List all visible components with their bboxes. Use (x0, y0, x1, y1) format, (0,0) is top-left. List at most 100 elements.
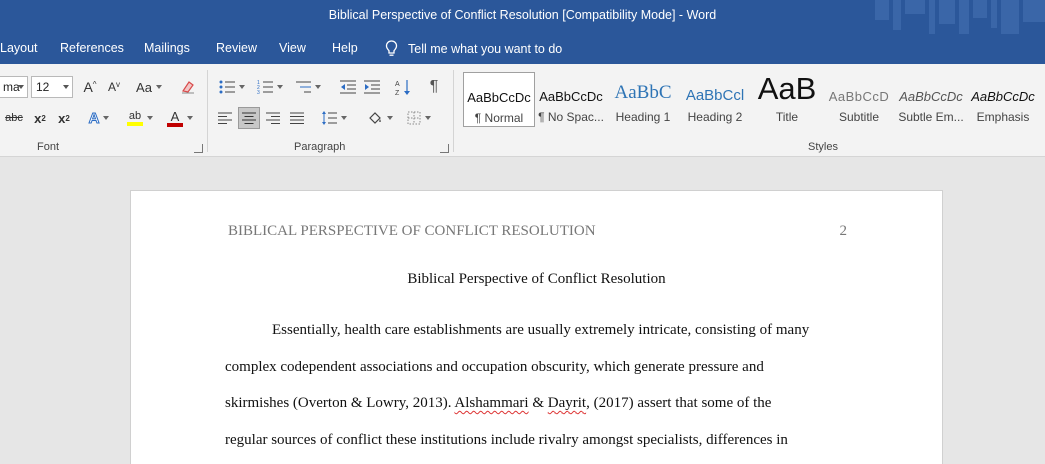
bullets-button[interactable] (216, 77, 248, 97)
numbering-button[interactable]: 1 2 3 (254, 77, 286, 97)
subscript-icon: x (34, 110, 42, 126)
style-name: Heading 1 (615, 110, 671, 124)
style-sample: AaBbC (614, 82, 672, 103)
svg-text:Z: Z (395, 90, 400, 96)
numbering-icon: 1 2 3 (257, 80, 273, 94)
svg-text:3: 3 (257, 90, 260, 94)
clear-formatting-icon (182, 81, 194, 94)
clear-formatting-button[interactable] (178, 77, 198, 97)
style-emphasis[interactable]: AaBbCcDc Emphasis (969, 72, 1037, 127)
page-number: 2 (839, 223, 848, 239)
ribbon-tabs: Layout References Mailings Review View H… (0, 34, 1045, 64)
align-center-button[interactable] (238, 107, 260, 129)
text-run: & (528, 395, 548, 411)
font-dialog-launcher[interactable] (194, 144, 203, 153)
align-right-button[interactable] (263, 108, 283, 128)
change-case-icon: Aa (136, 79, 152, 95)
text-run: , (2017) assert that some of the (586, 395, 772, 411)
tab-references[interactable]: References (60, 41, 124, 55)
font-size-value: 12 (36, 80, 50, 94)
paint-bucket-icon (369, 112, 381, 124)
style-no-spacing[interactable]: AaBbCcDc ¶ No Spac... (536, 72, 606, 127)
style-name: Title (775, 110, 799, 124)
strikethrough-button[interactable]: abc (3, 109, 25, 127)
highlight-swatch (127, 121, 143, 126)
style-name: ¶ No Spac... (538, 110, 604, 124)
change-case-button[interactable]: Aa (132, 78, 166, 96)
styles-group-label: Styles (808, 141, 838, 153)
highlight-icon: ab (127, 110, 143, 126)
highlight-color-button[interactable]: ab (122, 108, 158, 128)
align-right-icon (266, 112, 280, 124)
tab-layout[interactable]: Layout (0, 41, 38, 55)
borders-button[interactable] (403, 107, 435, 129)
font-name-box[interactable]: ma (0, 76, 28, 98)
paragraph-dialog-launcher[interactable] (440, 144, 449, 153)
font-color-swatch (167, 122, 183, 127)
chevron-down-icon (18, 85, 24, 89)
body-line: complex codependent associations and occ… (225, 359, 764, 375)
justify-button[interactable] (287, 108, 307, 128)
strikethrough-icon: abc (5, 112, 23, 124)
group-separator (453, 70, 454, 152)
style-name: ¶ Normal (474, 111, 524, 125)
group-separator (207, 70, 208, 152)
tell-me-label: Tell me what you want to do (408, 41, 563, 56)
style-name: Emphasis (976, 110, 1030, 124)
subscript-button[interactable]: x2 (30, 109, 50, 127)
shrink-font-button[interactable]: Av (104, 78, 124, 96)
grow-font-button[interactable]: A ^ (80, 78, 100, 96)
line-spacing-button[interactable] (318, 108, 350, 128)
style-name: Subtle Em... (898, 110, 964, 124)
style-sample: AaBbCcDc (539, 89, 603, 104)
caret-up-icon: ^ (92, 79, 97, 89)
sort-button[interactable]: AZ (393, 76, 413, 98)
tab-view[interactable]: View (279, 41, 306, 55)
bullets-icon (219, 80, 235, 94)
lightbulb-icon (385, 40, 398, 56)
tab-help[interactable]: Help (332, 41, 358, 55)
style-normal[interactable]: AaBbCcDc ¶ Normal (463, 72, 535, 127)
font-group-label: Font (37, 141, 60, 153)
document-title: Biblical Perspective of Conflict Resolut… (407, 271, 666, 287)
style-sample: AaBbCcDc (467, 90, 531, 105)
increase-indent-button[interactable] (362, 77, 382, 97)
style-title[interactable]: AaB Title (754, 72, 820, 127)
grow-font-icon: A (83, 79, 93, 95)
style-heading-2[interactable]: AaBbCcl Heading 2 (680, 72, 750, 127)
increase-indent-icon (364, 80, 380, 94)
tab-review[interactable]: Review (216, 41, 257, 55)
running-head: BIBLICAL PERSPECTIVE OF CONFLICT RESOLUT… (228, 223, 596, 239)
style-heading-1[interactable]: AaBbC Heading 1 (609, 72, 677, 127)
spelling-error[interactable]: Dayrit (548, 395, 586, 411)
font-color-button[interactable]: A (162, 108, 198, 128)
decrease-indent-button[interactable] (338, 77, 358, 97)
text-effects-button[interactable]: A (84, 108, 114, 128)
shading-button[interactable] (364, 107, 396, 129)
caret-down-icon: v (116, 79, 120, 89)
style-subtle-emphasis[interactable]: AaBbCcDc Subtle Em... (897, 72, 965, 127)
font-size-box[interactable]: 12 (31, 76, 73, 98)
text-effects-icon: A (88, 109, 100, 127)
tell-me-search[interactable]: Tell me what you want to do (385, 40, 562, 57)
borders-icon (407, 111, 421, 125)
superscript-button[interactable]: x2 (54, 109, 74, 127)
align-left-button[interactable] (215, 108, 235, 128)
style-subtitle[interactable]: AaBbCcD Subtitle (826, 72, 892, 127)
document-page[interactable]: BIBLICAL PERSPECTIVE OF CONFLICT RESOLUT… (130, 190, 943, 464)
align-center-icon (242, 112, 256, 124)
show-formatting-marks-button[interactable]: ¶ (424, 76, 444, 98)
decrease-indent-icon (340, 80, 356, 94)
tab-mailings[interactable]: Mailings (144, 41, 190, 55)
pilcrow-icon: ¶ (429, 78, 439, 95)
body-line: regular sources of conflict these instit… (225, 432, 788, 448)
title-bar-decoration (875, 0, 1045, 34)
spelling-error[interactable]: Alshammari (454, 395, 528, 411)
shrink-font-icon: A (107, 80, 116, 94)
font-color-icon: A (167, 110, 183, 127)
multilevel-list-button[interactable] (292, 77, 324, 97)
text-run: skirmishes (Overton & Lowry, 2013). (225, 395, 455, 411)
sort-icon: AZ (395, 80, 410, 96)
style-sample: AaBbCcDc (899, 89, 963, 104)
line-spacing-icon (322, 111, 337, 125)
